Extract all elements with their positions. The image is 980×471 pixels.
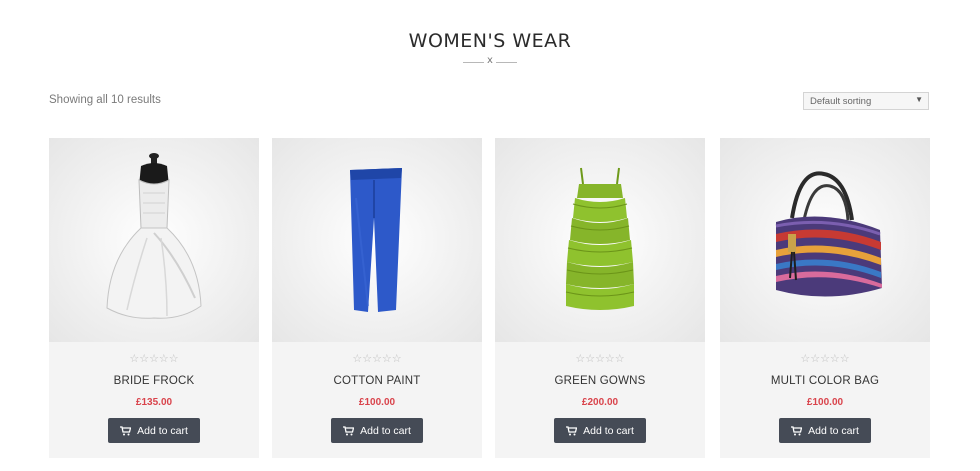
product-card: ☆☆☆☆☆ COTTON PAINT £100.00 Add to cart [272, 138, 482, 458]
sort-select[interactable]: Default sorting ▼ [803, 92, 929, 110]
divider-mark: x [487, 55, 493, 66]
add-to-cart-button[interactable]: Add to cart [779, 418, 871, 443]
product-price: £100.00 [358, 397, 396, 408]
product-image-bride-frock[interactable] [49, 138, 259, 342]
product-card: ☆☆☆☆☆ MULTI COLOR BAG £100.00 Add to car… [720, 138, 930, 458]
rating-stars: ☆☆☆☆☆ [800, 352, 850, 365]
result-count: Showing all 10 results [49, 94, 161, 106]
trousers-icon [350, 168, 402, 312]
cart-icon [566, 425, 578, 435]
wedding-dress-icon [106, 153, 202, 319]
divider-line-right [496, 62, 517, 63]
divider-line-left [463, 62, 484, 63]
cart-icon [343, 425, 355, 435]
add-to-cart-label: Add to cart [360, 424, 411, 437]
page-title: WOMEN'S WEAR [408, 30, 572, 52]
add-to-cart-label: Add to cart [137, 424, 188, 437]
product-name[interactable]: GREEN GOWNS [495, 375, 705, 387]
cart-icon [120, 425, 132, 435]
chevron-down-icon: ▼ [915, 95, 923, 104]
rating-stars: ☆☆☆☆☆ [129, 352, 179, 365]
rating-stars: ☆☆☆☆☆ [352, 352, 402, 365]
product-card: ☆☆☆☆☆ BRIDE FROCK £135.00 Add to cart [49, 138, 259, 458]
add-to-cart-button[interactable]: Add to cart [554, 418, 646, 443]
ruffle-dress-icon [565, 167, 635, 310]
product-name[interactable]: BRIDE FROCK [49, 375, 259, 387]
product-name[interactable]: COTTON PAINT [272, 375, 482, 387]
product-price: £200.00 [581, 397, 619, 408]
add-to-cart-label: Add to cart [583, 424, 634, 437]
handbag-icon [775, 171, 882, 297]
cart-icon [791, 425, 803, 435]
title-divider: x [463, 55, 517, 68]
product-price: £135.00 [135, 397, 173, 408]
product-price: £100.00 [806, 397, 844, 408]
product-name[interactable]: MULTI COLOR BAG [720, 375, 930, 387]
add-to-cart-button[interactable]: Add to cart [331, 418, 423, 443]
product-image-multi-color-bag[interactable] [720, 138, 930, 342]
product-image-green-gowns[interactable] [495, 138, 705, 342]
product-card: ☆☆☆☆☆ GREEN GOWNS £200.00 Add to cart [495, 138, 705, 458]
rating-stars: ☆☆☆☆☆ [575, 352, 625, 365]
add-to-cart-button[interactable]: Add to cart [108, 418, 200, 443]
sort-select-value: Default sorting [810, 96, 872, 107]
add-to-cart-label: Add to cart [808, 424, 859, 437]
product-image-cotton-paint[interactable] [272, 138, 482, 342]
